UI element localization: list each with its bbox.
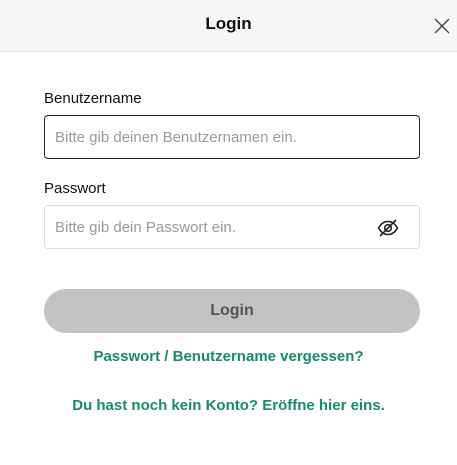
- username-field-wrapper: [44, 115, 420, 159]
- close-button[interactable]: [430, 14, 454, 38]
- eye-slash-icon: [376, 219, 400, 244]
- password-label: Passwort: [44, 180, 106, 197]
- close-icon: [430, 14, 454, 38]
- username-input[interactable]: [45, 116, 419, 158]
- dialog-header: Login: [0, 0, 457, 52]
- login-button[interactable]: Login: [44, 289, 420, 333]
- username-label: Benutzername: [44, 90, 142, 107]
- forgot-credentials-link[interactable]: Passwort / Benutzername vergessen?: [0, 348, 457, 365]
- password-field-wrapper: [44, 205, 420, 249]
- password-visibility-toggle[interactable]: [376, 216, 400, 240]
- password-input[interactable]: [45, 206, 419, 248]
- register-link[interactable]: Du hast noch kein Konto? Eröffne hier ei…: [0, 397, 457, 414]
- login-dialog: Login Benutzername Passwort Login P: [0, 0, 457, 465]
- dialog-title: Login: [205, 14, 252, 33]
